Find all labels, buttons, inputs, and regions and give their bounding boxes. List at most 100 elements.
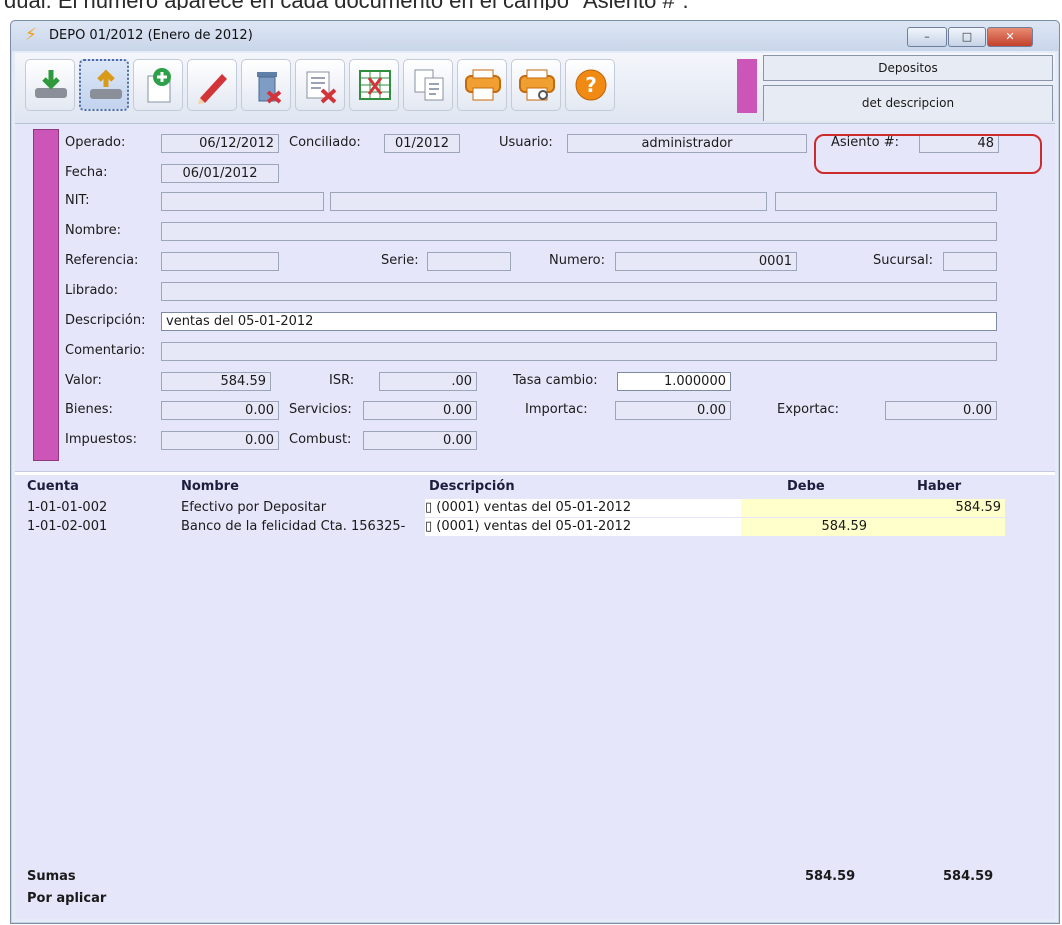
serie-label: Serie: — [381, 253, 419, 268]
impuestos-label: Impuestos: — [65, 432, 137, 447]
impuestos-field[interactable]: 0.00 — [161, 431, 279, 450]
fecha-field[interactable]: 06/01/2012 — [161, 164, 279, 183]
edit-icon — [198, 74, 227, 104]
numero-field[interactable]: 0001 — [615, 252, 797, 271]
sumas-label: Sumas — [27, 869, 76, 884]
column-header-cuenta[interactable]: Cuenta — [27, 479, 79, 494]
nit-field[interactable] — [161, 192, 324, 211]
sucursal-label: Sucursal: — [873, 253, 933, 268]
cell-haber — [871, 518, 1005, 536]
referencia-label: Referencia: — [65, 253, 139, 268]
cell-debe: 584.59 — [741, 518, 871, 536]
importac-field[interactable]: 0.00 — [615, 401, 731, 420]
cell-cuenta: 1-01-01-002 — [27, 500, 108, 515]
por-aplicar-label: Por aplicar — [27, 891, 107, 906]
column-header-debe[interactable]: Debe — [787, 479, 825, 494]
page-caption: dual. El número aparece en cada document… — [0, 0, 1062, 10]
comentario-label: Comentario: — [65, 343, 146, 358]
serie-field[interactable] — [427, 252, 511, 271]
librado-field[interactable] — [161, 282, 997, 301]
import-icon — [35, 70, 67, 98]
nit-name-field[interactable] — [330, 192, 767, 211]
nombre-field[interactable] — [161, 222, 997, 241]
column-header-nombre[interactable]: Nombre — [181, 479, 239, 494]
lightning-icon: ⚡ — [25, 25, 37, 45]
add-button[interactable] — [133, 59, 183, 111]
isr-field[interactable]: .00 — [379, 372, 477, 391]
import-button[interactable] — [25, 59, 75, 111]
export-icon — [90, 69, 122, 99]
usuario-field[interactable]: administrador — [567, 134, 807, 153]
cancel-document-icon — [306, 71, 337, 104]
nit-label: NIT: — [65, 193, 90, 208]
tasa-cambio-label: Tasa cambio: — [513, 373, 598, 388]
cancel-document-button[interactable] — [295, 59, 345, 111]
bienes-field[interactable]: 0.00 — [161, 401, 279, 420]
importac-label: Importac: — [525, 402, 588, 417]
minimize-button[interactable]: – — [907, 27, 947, 47]
sucursal-field[interactable] — [943, 252, 997, 271]
bienes-label: Bienes: — [65, 402, 113, 417]
copy-button[interactable] — [403, 59, 453, 111]
delete-button[interactable] — [241, 59, 291, 111]
sumas-debe: 584.59 — [805, 869, 856, 884]
cell-descripcion: ▯ (0001) ventas del 05-01-2012 — [425, 518, 741, 536]
referencia-field[interactable] — [161, 252, 279, 271]
combust-label: Combust: — [289, 432, 352, 447]
conciliado-label: Conciliado: — [289, 135, 361, 150]
cell-debe — [741, 499, 871, 517]
column-header-haber[interactable]: Haber — [917, 479, 961, 494]
usuario-label: Usuario: — [499, 135, 553, 150]
cell-nombre: Banco de la felicidad Cta. 156325- — [181, 519, 406, 534]
panel-title: Depositos — [763, 55, 1053, 81]
valor-label: Valor: — [65, 373, 102, 388]
deposit-window: ⚡ DEPO 01/2012 (Enero de 2012) – □ ✕ ? D… — [10, 20, 1060, 924]
journal-entries-grid: Cuenta Nombre Descripción Debe Haber 1-0… — [15, 475, 1055, 919]
help-icon: ? — [575, 69, 607, 101]
valor-field[interactable]: 584.59 — [161, 372, 271, 391]
toolbar: ? Depositos det descripcion — [15, 53, 1055, 124]
delete-icon — [257, 72, 282, 104]
librado-label: Librado: — [65, 283, 119, 298]
window-title: DEPO 01/2012 (Enero de 2012) — [49, 28, 253, 43]
print-preview-button[interactable] — [511, 59, 561, 111]
descripcion-label: Descripción: — [65, 313, 146, 328]
print-icon — [465, 69, 501, 101]
numero-label: Numero: — [549, 253, 606, 268]
asiento-highlight — [814, 134, 1042, 174]
tasa-cambio-field[interactable]: 1.000000 — [617, 372, 731, 391]
comentario-field[interactable] — [161, 342, 997, 361]
descripcion-field[interactable]: ventas del 05-01-2012 — [161, 312, 997, 331]
exportac-field[interactable]: 0.00 — [885, 401, 997, 420]
title-bar: ⚡ DEPO 01/2012 (Enero de 2012) – □ ✕ — [11, 21, 1059, 51]
add-icon — [147, 68, 171, 103]
edit-button[interactable] — [187, 59, 237, 111]
servicios-label: Servicios: — [289, 402, 352, 417]
operado-label: Operado: — [65, 135, 126, 150]
isr-label: ISR: — [329, 373, 355, 388]
maximize-button[interactable]: □ — [948, 27, 986, 47]
combust-field[interactable]: 0.00 — [363, 431, 477, 450]
table-row[interactable]: 1-01-02-001 Banco de la felicidad Cta. 1… — [15, 518, 1015, 536]
close-button[interactable]: ✕ — [987, 27, 1033, 47]
column-header-descripcion[interactable]: Descripción — [429, 479, 515, 494]
operado-field[interactable]: 06/12/2012 — [161, 134, 279, 153]
document-header-form: Operado: 06/12/2012 Conciliado: 01/2012 … — [15, 125, 1055, 471]
export-button[interactable] — [79, 59, 129, 111]
grid-button[interactable] — [349, 59, 399, 111]
table-row[interactable]: 1-01-01-002 Efectivo por Depositar ▯ (00… — [15, 499, 1015, 517]
cell-descripcion: ▯ (0001) ventas del 05-01-2012 — [425, 499, 741, 517]
cell-haber: 584.59 — [871, 499, 1005, 517]
cell-nombre: Efectivo por Depositar — [181, 500, 327, 515]
form-side-marker — [33, 129, 59, 461]
servicios-field[interactable]: 0.00 — [363, 401, 477, 420]
conciliado-field[interactable]: 01/2012 — [384, 134, 460, 153]
nit-extra-field[interactable] — [775, 192, 997, 211]
cell-cuenta: 1-01-02-001 — [27, 519, 108, 534]
help-button[interactable]: ? — [565, 59, 615, 111]
copy-icon — [414, 69, 444, 101]
accent-marker — [737, 59, 757, 113]
sumas-haber: 584.59 — [943, 869, 994, 884]
print-button[interactable] — [457, 59, 507, 111]
svg-text:?: ? — [585, 73, 597, 97]
